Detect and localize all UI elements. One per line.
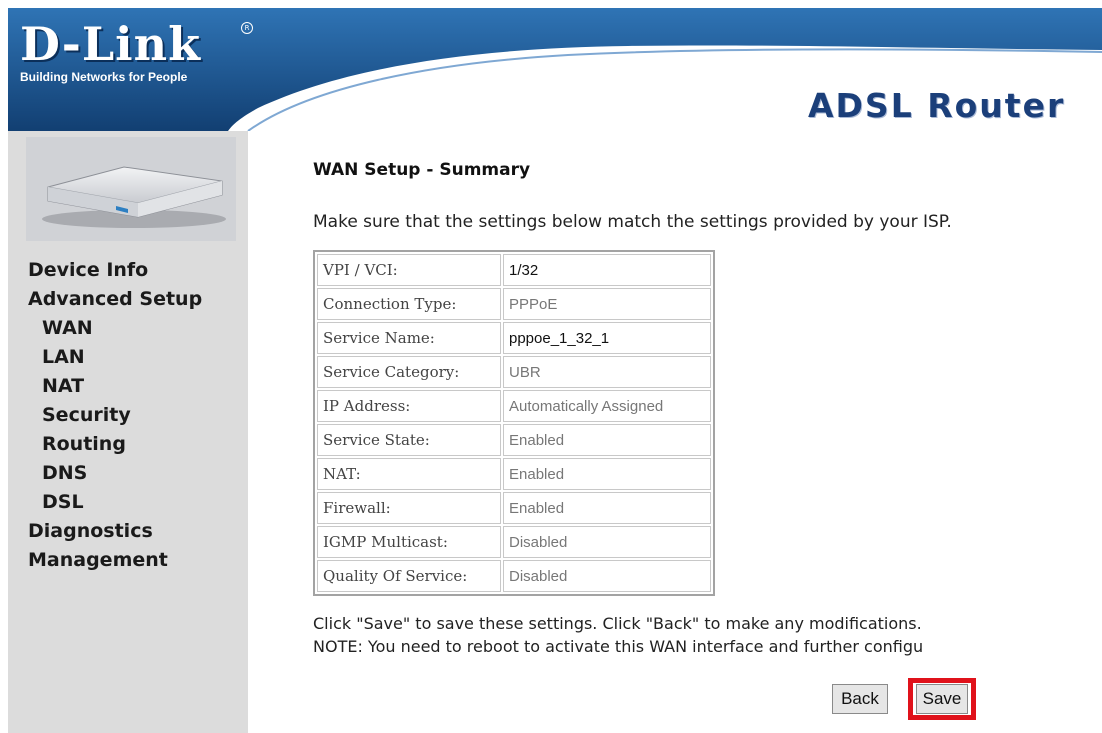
row-value: Disabled [503,560,711,592]
table-row: Firewall: Enabled [317,492,711,524]
row-value: PPPoE [503,288,711,320]
row-value: pppoe_1_32_1 [503,322,711,354]
summary-table: VPI / VCI: 1/32 Connection Type: PPPoE S… [313,250,715,596]
sidebar-item-device-info[interactable]: Device Info [28,256,202,285]
table-row: Connection Type: PPPoE [317,288,711,320]
row-value: UBR [503,356,711,388]
row-label: Service State: [317,424,501,456]
sidebar-item-advanced-setup[interactable]: Advanced Setup [28,285,202,314]
row-label: VPI / VCI: [317,254,501,286]
row-value: Enabled [503,492,711,524]
table-row: NAT: Enabled [317,458,711,490]
sidebar-item-lan[interactable]: LAN [28,343,202,372]
header-banner: D-Link R Building Networks for People AD… [8,8,1102,131]
table-row: Service State: Enabled [317,424,711,456]
sidebar-item-dsl[interactable]: DSL [28,488,202,517]
row-label: Service Category: [317,356,501,388]
row-value: 1/32 [503,254,711,286]
row-label: Quality Of Service: [317,560,501,592]
page-title: WAN Setup - Summary [313,160,531,180]
router-image [26,137,236,241]
row-label: IGMP Multicast: [317,526,501,558]
sidebar-item-wan[interactable]: WAN [28,314,202,343]
row-label: Connection Type: [317,288,501,320]
row-label: IP Address: [317,390,501,422]
dlink-logo: D-Link R Building Networks for People [20,17,253,84]
table-row: Service Name: pppoe_1_32_1 [317,322,711,354]
sidebar-item-diagnostics[interactable]: Diagnostics [28,517,202,546]
intro-text: Make sure that the settings below match … [313,212,952,232]
sidebar-item-dns[interactable]: DNS [28,459,202,488]
table-row: Quality Of Service: Disabled [317,560,711,592]
instructions-note: Click "Save" to save these settings. Cli… [313,612,923,658]
row-value: Disabled [503,526,711,558]
row-label: Service Name: [317,322,501,354]
sidebar-item-management[interactable]: Management [28,546,202,575]
row-label: NAT: [317,458,501,490]
sidebar: Device Info Advanced Setup WAN LAN NAT S… [8,131,248,733]
registered-mark: R [241,22,253,34]
row-value: Enabled [503,424,711,456]
row-value: Enabled [503,458,711,490]
sidebar-item-security[interactable]: Security [28,401,202,430]
table-row: IP Address: Automatically Assigned [317,390,711,422]
sidebar-item-nat[interactable]: NAT [28,372,202,401]
table-row: VPI / VCI: 1/32 [317,254,711,286]
logo-wordmark: D-Link [20,17,201,71]
logo-tagline: Building Networks for People [20,70,188,84]
sidebar-item-routing[interactable]: Routing [28,430,202,459]
row-label: Firewall: [317,492,501,524]
back-button[interactable]: Back [832,684,888,714]
sidebar-nav: Device Info Advanced Setup WAN LAN NAT S… [28,256,202,575]
table-row: IGMP Multicast: Disabled [317,526,711,558]
product-title: ADSL Router [808,86,1066,125]
save-button[interactable]: Save [916,684,968,714]
note-line-reboot: NOTE: You need to reboot to activate thi… [313,637,924,656]
note-line-save-back: Click "Save" to save these settings. Cli… [313,614,922,633]
row-value: Automatically Assigned [503,390,711,422]
save-highlight-box: Save [908,678,976,720]
table-row: Service Category: UBR [317,356,711,388]
